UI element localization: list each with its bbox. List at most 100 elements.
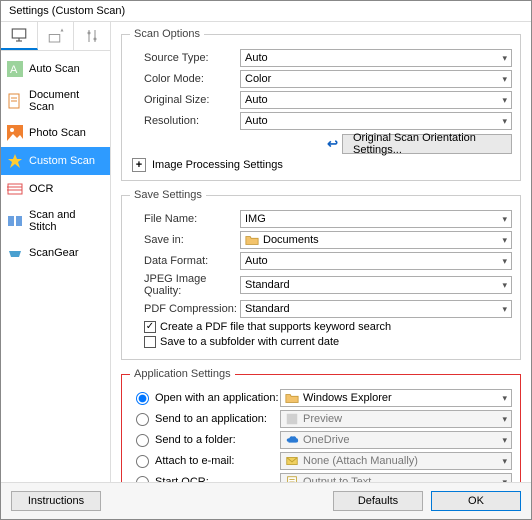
sidebar-item-label: Photo Scan (29, 127, 86, 139)
ok-button[interactable]: OK (431, 491, 521, 511)
pdf-compression-select[interactable]: Standard▾ (240, 300, 512, 318)
sidebar-item-custom-scan[interactable]: Custom Scan (1, 147, 110, 175)
sidebar-list: A Auto Scan Document Scan Photo Scan Cus… (1, 51, 110, 271)
open-with-label: Open with an application: (155, 392, 279, 404)
send-folder-radio[interactable] (136, 434, 149, 447)
chevron-down-icon: ▾ (502, 304, 507, 315)
file-name-input[interactable]: IMG▾ (240, 210, 512, 228)
tools-icon (83, 27, 101, 45)
sidebar-item-document-scan[interactable]: Document Scan (1, 83, 110, 119)
text-icon (285, 475, 299, 482)
chevron-down-icon: ▾ (502, 414, 507, 425)
chevron-down-icon: ▾ (502, 95, 507, 106)
chevron-down-icon: ▾ (502, 256, 507, 267)
preview-icon (285, 412, 299, 426)
sidebar-item-scan-stitch[interactable]: Scan and Stitch (1, 203, 110, 239)
window-title: Settings (Custom Scan) (1, 1, 531, 22)
source-type-select[interactable]: Auto▾ (240, 49, 512, 67)
stitch-icon (7, 213, 23, 229)
chevron-down-icon: ▾ (502, 214, 507, 225)
content-panel: Scan Options Source Type: Auto▾ Color Mo… (111, 22, 531, 482)
photo-scan-icon (7, 125, 23, 141)
subfolder-checkbox[interactable] (144, 336, 156, 348)
chevron-down-icon: ▾ (502, 393, 507, 404)
sidebar-item-auto-scan[interactable]: A Auto Scan (1, 55, 110, 83)
open-with-select[interactable]: Windows Explorer▾ (280, 389, 512, 407)
sidebar-item-label: Document Scan (29, 89, 104, 113)
monitor-icon (10, 26, 28, 44)
instructions-button[interactable]: Instructions (11, 491, 101, 511)
send-app-radio[interactable] (136, 413, 149, 426)
send-app-select[interactable]: Preview▾ (280, 410, 512, 428)
source-type-label: Source Type: (130, 52, 240, 64)
chevron-down-icon: ▾ (502, 477, 507, 483)
original-size-label: Original Size: (130, 94, 240, 106)
back-arrow-icon[interactable]: ↩ (327, 136, 336, 152)
orientation-settings-button[interactable]: Original Scan Orientation Settings... (342, 134, 512, 154)
keyword-pdf-label: Create a PDF file that supports keyword … (160, 321, 391, 333)
send-folder-select[interactable]: OneDrive▾ (280, 431, 512, 449)
sidebar-item-label: Scan and Stitch (29, 209, 104, 233)
save-in-select[interactable]: Documents▾ (240, 231, 512, 249)
onedrive-icon (285, 433, 299, 447)
sidebar-category-tabs (1, 22, 110, 51)
sidebar-item-ocr[interactable]: OCR (1, 175, 110, 203)
folder-icon (245, 233, 259, 247)
sidebar-item-label: Custom Scan (29, 155, 95, 167)
start-ocr-select[interactable]: Output to Text▾ (280, 473, 512, 482)
custom-scan-icon (7, 153, 23, 169)
scan-options-legend: Scan Options (130, 28, 204, 40)
sidebar-item-label: ScanGear (29, 247, 79, 259)
chevron-down-icon: ▾ (502, 74, 507, 85)
scanner-arrow-icon (47, 27, 65, 45)
auto-scan-icon: A (7, 61, 23, 77)
defaults-button[interactable]: Defaults (333, 491, 423, 511)
ocr-icon (7, 181, 23, 197)
data-format-label: Data Format: (130, 255, 240, 267)
file-name-label: File Name: (130, 213, 240, 225)
color-mode-select[interactable]: Color▾ (240, 70, 512, 88)
data-format-select[interactable]: Auto▾ (240, 252, 512, 270)
chevron-down-icon: ▾ (502, 280, 507, 291)
chevron-down-icon: ▾ (502, 435, 507, 446)
save-in-label: Save in: (130, 234, 240, 246)
subfolder-label: Save to a subfolder with current date (160, 336, 339, 348)
send-app-label: Send to an application: (155, 413, 267, 425)
sidebar-item-scangear[interactable]: ScanGear (1, 239, 110, 267)
attach-email-select[interactable]: None (Attach Manually)▾ (280, 452, 512, 470)
tab-scan-from-panel[interactable] (38, 22, 75, 50)
original-size-select[interactable]: Auto▾ (240, 91, 512, 109)
jpeg-quality-label: JPEG Image Quality: (130, 273, 240, 297)
sidebar-item-label: Auto Scan (29, 63, 80, 75)
main-area: A Auto Scan Document Scan Photo Scan Cus… (1, 22, 531, 482)
sidebar: A Auto Scan Document Scan Photo Scan Cus… (1, 22, 111, 482)
attach-email-label: Attach to e-mail: (155, 455, 234, 467)
svg-text:A: A (10, 64, 18, 76)
tab-scan-from-computer[interactable] (1, 22, 38, 50)
attach-email-radio[interactable] (136, 455, 149, 468)
color-mode-label: Color Mode: (130, 73, 240, 85)
sidebar-item-photo-scan[interactable]: Photo Scan (1, 119, 110, 147)
chevron-down-icon: ▾ (502, 53, 507, 64)
image-processing-label: Image Processing Settings (152, 159, 283, 171)
document-scan-icon (7, 93, 23, 109)
chevron-down-icon: ▾ (502, 116, 507, 127)
scangear-icon (7, 245, 23, 261)
resolution-select[interactable]: Auto▾ (240, 112, 512, 130)
open-with-radio[interactable] (136, 392, 149, 405)
application-settings-group: Application Settings Open with an applic… (121, 368, 521, 482)
expand-image-processing[interactable]: + (132, 158, 146, 172)
send-folder-label: Send to a folder: (155, 434, 236, 446)
jpeg-quality-select[interactable]: Standard▾ (240, 276, 512, 294)
explorer-icon (285, 391, 299, 405)
resolution-label: Resolution: (130, 115, 240, 127)
sidebar-item-label: OCR (29, 183, 53, 195)
save-settings-legend: Save Settings (130, 189, 206, 201)
save-settings-group: Save Settings File Name: IMG▾ Save in: D… (121, 189, 521, 360)
chevron-down-icon: ▾ (502, 235, 507, 246)
keyword-pdf-checkbox[interactable]: ✓ (144, 321, 156, 333)
tab-general-settings[interactable] (74, 22, 110, 50)
pdf-compression-label: PDF Compression: (130, 303, 240, 315)
footer-bar: Instructions Defaults OK (1, 482, 531, 519)
scan-options-group: Scan Options Source Type: Auto▾ Color Mo… (121, 28, 521, 181)
